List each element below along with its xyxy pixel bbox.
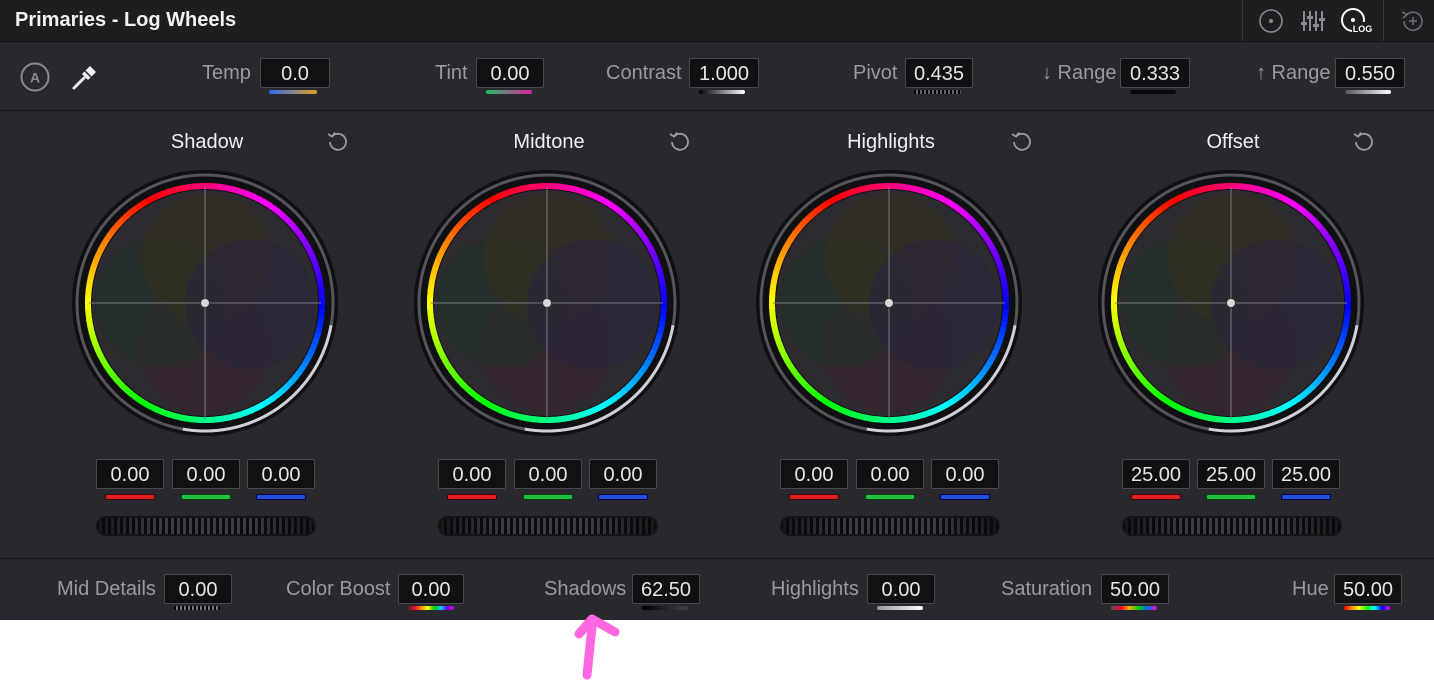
wheel-center-handle	[200, 298, 210, 308]
green-channel-bar	[523, 494, 573, 500]
green-channel-bar	[1206, 494, 1256, 500]
blue-channel-bar	[256, 494, 306, 500]
wheel-title: Offset	[1206, 131, 1260, 153]
blue-value-field[interactable]: 0.00	[247, 459, 315, 489]
red-value-field[interactable]: 0.00	[438, 459, 506, 489]
high-range-gradient-bar	[1345, 90, 1391, 94]
reset-icon[interactable]	[1010, 130, 1034, 154]
green-value-field[interactable]: 0.00	[172, 459, 240, 489]
green-channel-bar	[181, 494, 231, 500]
green-value-field[interactable]: 0.00	[856, 459, 924, 489]
saturation-label: Saturation	[1001, 578, 1093, 600]
low-range-field[interactable]: 0.333	[1120, 58, 1190, 88]
low-range-label: ↓ Range	[1042, 62, 1117, 84]
separator	[1383, 0, 1384, 41]
annotation-arrow	[574, 614, 620, 680]
pivot-gradient-bar	[914, 90, 961, 94]
auto-badge-label: A	[30, 70, 40, 86]
red-value-field[interactable]: 0.00	[96, 459, 164, 489]
primaries-panel: Primaries - Log Wheels LOG A Temp 0.0 Ti…	[0, 0, 1434, 620]
green-value-field[interactable]: 25.00	[1197, 459, 1265, 489]
saturation-gradient-bar	[1111, 606, 1157, 610]
color-boost-label: Color Boost	[286, 578, 391, 600]
color-boost-field[interactable]: 0.00	[398, 574, 464, 604]
adjustment-toolbar: A Temp 0.0 Tint 0.00 Contrast 1.000 Pivo…	[0, 42, 1434, 111]
shadows-gradient-bar	[642, 606, 688, 610]
high-range-field[interactable]: 0.550	[1335, 58, 1405, 88]
add-reset-icon[interactable]	[1398, 7, 1426, 35]
auto-balance-button[interactable]: A	[20, 62, 50, 92]
color-wheel[interactable]	[412, 168, 682, 443]
log-wheel-icon[interactable]: LOG	[1339, 7, 1373, 35]
color-wheel[interactable]	[754, 168, 1024, 443]
saturation-field[interactable]: 50.00	[1101, 574, 1169, 604]
wheel-title: Shadow	[170, 131, 244, 153]
pivot-label: Pivot	[853, 62, 898, 84]
reset-icon[interactable]	[668, 130, 692, 154]
mid-details-label: Mid Details	[57, 578, 156, 600]
low-range-gradient-bar	[1130, 90, 1176, 94]
hue-label: Hue	[1292, 578, 1329, 600]
master-wheel-jog[interactable]	[780, 516, 1000, 536]
red-channel-bar	[447, 494, 497, 500]
highlights-label: Highlights	[771, 578, 859, 600]
blue-value-field[interactable]: 0.00	[931, 459, 999, 489]
temp-gradient-bar	[269, 90, 317, 94]
wheel-center-handle	[1226, 298, 1236, 308]
bottom-adjustment-bar: Mid Details 0.00 Color Boost 0.00 Shadow…	[0, 558, 1434, 620]
master-wheel-jog[interactable]	[96, 516, 316, 536]
master-wheel-jog[interactable]	[1122, 516, 1342, 536]
blue-channel-bar	[940, 494, 990, 500]
shadows-field[interactable]: 62.50	[632, 574, 700, 604]
separator	[1242, 0, 1243, 41]
reset-icon[interactable]	[1352, 130, 1376, 154]
wheel-title: Midtone	[513, 131, 585, 153]
blue-value-field[interactable]: 25.00	[1272, 459, 1340, 489]
eyedropper-icon[interactable]	[70, 62, 100, 92]
red-channel-bar	[1131, 494, 1181, 500]
shadows-label: Shadows	[544, 578, 627, 600]
tint-field[interactable]: 0.00	[476, 58, 544, 88]
color-boost-gradient-bar	[408, 606, 454, 610]
mid-details-gradient-bar	[174, 606, 220, 610]
reset-icon[interactable]	[326, 130, 350, 154]
wheel-title: Highlights	[847, 131, 935, 153]
temp-label: Temp	[202, 62, 251, 84]
red-channel-bar	[105, 494, 155, 500]
hue-gradient-bar	[1344, 606, 1390, 610]
log-icon-label: LOG	[1353, 24, 1373, 34]
panel-title: Primaries - Log Wheels	[15, 9, 237, 31]
primaries-wheel-icon[interactable]	[1257, 7, 1285, 35]
highlights-gradient-bar	[877, 606, 923, 610]
contrast-field[interactable]: 1.000	[689, 58, 759, 88]
color-wheel[interactable]	[70, 168, 340, 443]
contrast-label: Contrast	[606, 62, 682, 84]
color-wheel[interactable]	[1096, 168, 1366, 443]
high-range-label: ↑ Range	[1256, 62, 1331, 84]
green-channel-bar	[865, 494, 915, 500]
red-value-field[interactable]: 0.00	[780, 459, 848, 489]
title-bar: Primaries - Log Wheels LOG	[0, 0, 1434, 42]
green-value-field[interactable]: 0.00	[514, 459, 582, 489]
blue-channel-bar	[1281, 494, 1331, 500]
blue-channel-bar	[598, 494, 648, 500]
master-wheel-jog[interactable]	[438, 516, 658, 536]
wheel-center-handle	[884, 298, 894, 308]
mid-details-field[interactable]: 0.00	[164, 574, 232, 604]
highlights-field[interactable]: 0.00	[867, 574, 935, 604]
wheel-center-handle	[542, 298, 552, 308]
temp-field[interactable]: 0.0	[260, 58, 330, 88]
red-channel-bar	[789, 494, 839, 500]
red-value-field[interactable]: 25.00	[1122, 459, 1190, 489]
bars-icon[interactable]	[1299, 7, 1327, 35]
pivot-field[interactable]: 0.435	[905, 58, 973, 88]
contrast-gradient-bar	[699, 90, 745, 94]
hue-field[interactable]: 50.00	[1334, 574, 1402, 604]
tint-gradient-bar	[486, 90, 532, 94]
blue-value-field[interactable]: 0.00	[589, 459, 657, 489]
tint-label: Tint	[435, 62, 468, 84]
